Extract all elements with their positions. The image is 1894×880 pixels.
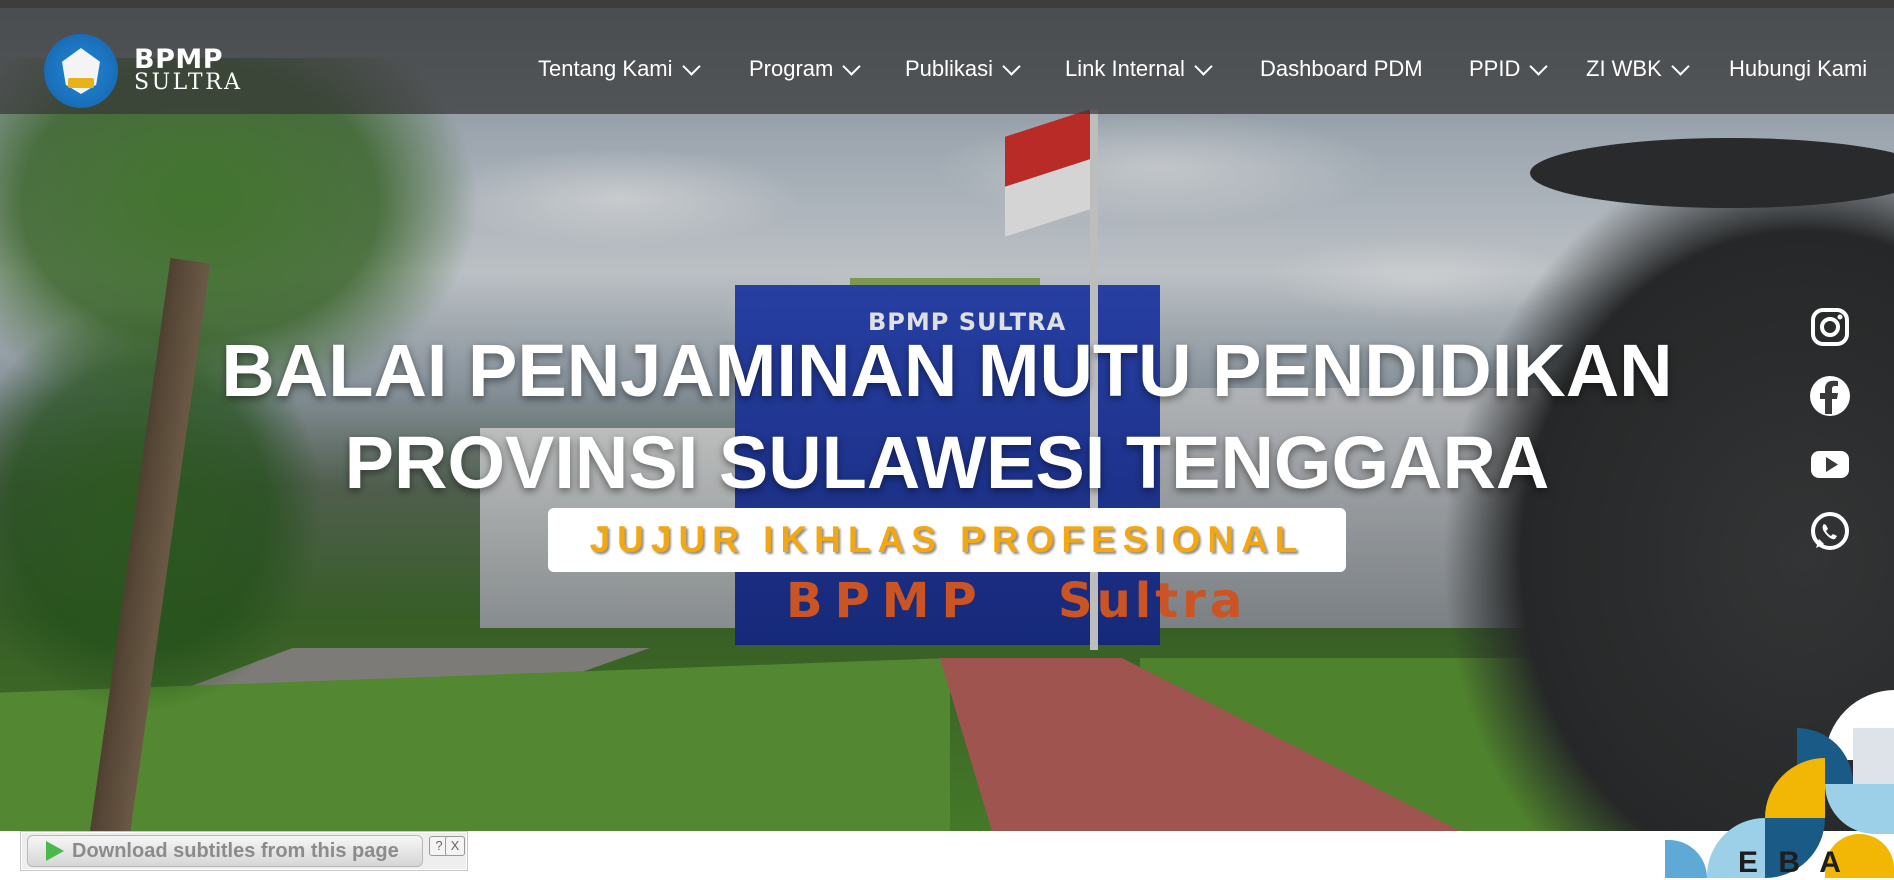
hero-title-line-1: BALAI PENJAMINAN MUTU PENDIDIKAN [221, 329, 1673, 412]
chevron-down-icon [681, 56, 701, 76]
chevron-down-icon [1529, 56, 1549, 76]
nav-label: Link Internal [1065, 56, 1185, 81]
nav-dashboard-pdm[interactable]: Dashboard PDM [1260, 56, 1423, 82]
nav-label: Dashboard PDM [1260, 56, 1423, 81]
hero-title-line-2: PROVINSI SULAWESI TENGGARA [344, 421, 1550, 504]
nav-tentang-kami[interactable]: Tentang Kami [538, 56, 701, 82]
hero-title: BALAI PENJAMINAN MUTU PENDIDIKAN PROVINS… [0, 325, 1894, 509]
nav-hubungi-kami[interactable]: Hubungi Kami [1729, 56, 1867, 82]
facebook-icon[interactable] [1808, 374, 1852, 418]
subtitle-download-widget: Download subtitles from this page ? X [20, 831, 468, 871]
nav-link-internal[interactable]: Link Internal [1065, 56, 1213, 82]
chevron-down-icon [1194, 56, 1213, 76]
close-icon[interactable]: X [445, 836, 465, 856]
play-icon [46, 841, 64, 861]
nav-ppid[interactable]: PPID [1469, 56, 1549, 82]
youtube-icon[interactable] [1808, 442, 1852, 486]
nav-label: Tentang Kami [538, 56, 673, 81]
chevron-down-icon [842, 56, 862, 76]
nav-label: Program [749, 56, 834, 81]
motto-text: JUJUR IKHLAS PROFESIONAL [589, 519, 1305, 560]
chevron-down-icon [1002, 56, 1021, 76]
download-subtitles-button[interactable]: Download subtitles from this page [27, 835, 423, 867]
nav-program[interactable]: Program [749, 56, 862, 82]
nav-label: Publikasi [905, 56, 994, 81]
nav-zi-wbk[interactable]: ZI WBK [1586, 56, 1690, 82]
instagram-icon[interactable] [1808, 305, 1852, 349]
download-subtitles-label: Download subtitles from this page [72, 839, 399, 862]
nav-label: PPID [1469, 56, 1521, 81]
logo-icon[interactable] [44, 34, 118, 108]
logo-subtitle[interactable]: SULTRA [134, 70, 243, 95]
motto-banner: JUJUR IKHLAS PROFESIONAL [548, 508, 1346, 572]
nav-label: Hubungi Kami [1729, 56, 1868, 81]
nav-label: ZI WBK [1586, 56, 1662, 81]
partial-section-heading: E B A [1738, 846, 1847, 879]
top-strip [0, 0, 1894, 8]
navbar: BPMP SULTRA Tentang Kami Program Publika… [0, 8, 1894, 114]
nav-publikasi[interactable]: Publikasi [905, 56, 1021, 82]
chevron-down-icon [1671, 56, 1690, 76]
whatsapp-icon[interactable] [1808, 510, 1852, 554]
